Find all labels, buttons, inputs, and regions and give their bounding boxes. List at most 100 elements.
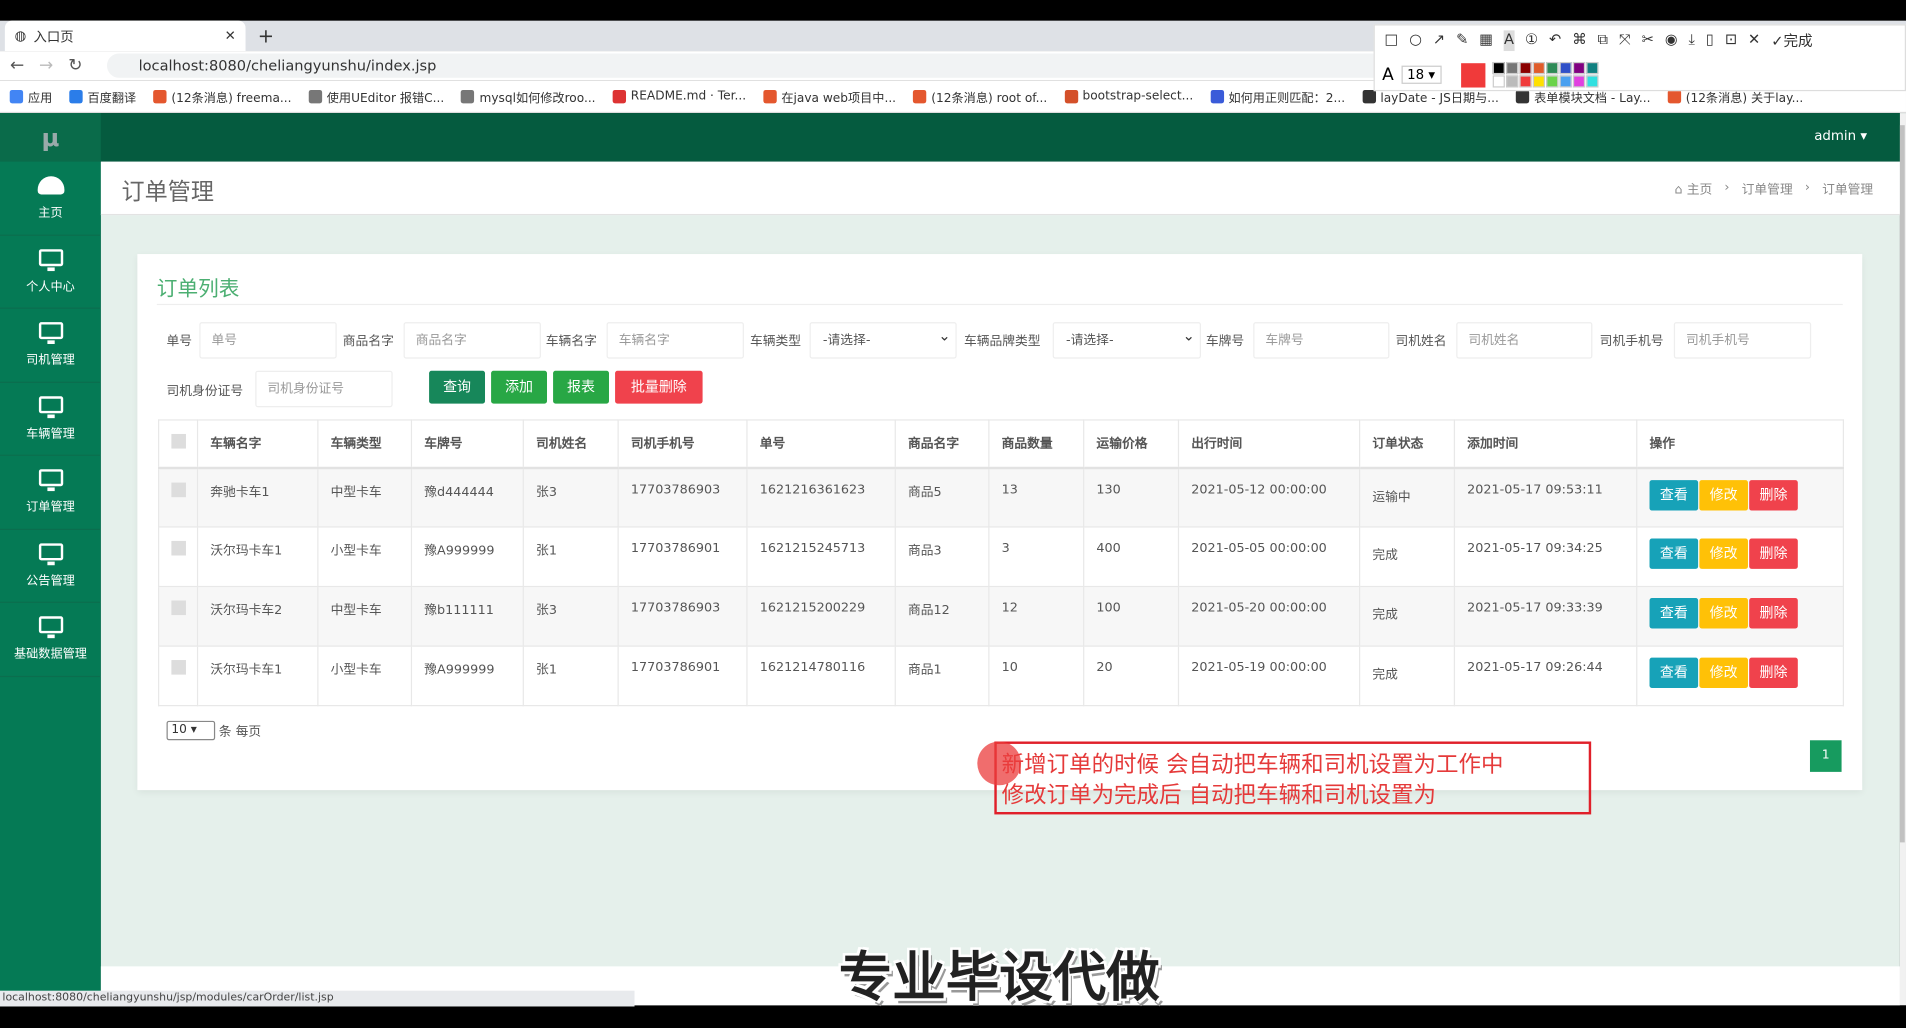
bookmark-item[interactable]: 使用UEditor 报错C... <box>308 87 444 105</box>
edit-button[interactable]: 修改 <box>1699 479 1748 510</box>
color-swatch[interactable] <box>1492 61 1505 75</box>
scroll-capture-icon[interactable]: ⤧ <box>1619 30 1631 51</box>
plate-input[interactable]: 车牌号 <box>1253 322 1390 359</box>
record-icon[interactable]: ◉ <box>1665 30 1678 51</box>
page-size-select[interactable]: 10 ▾ <box>166 720 216 741</box>
driver-id-input[interactable]: 司机身份证号 <box>255 370 393 408</box>
edit-button[interactable]: 修改 <box>1699 657 1748 689</box>
order-no-input[interactable]: 单号 <box>199 322 337 359</box>
view-button[interactable]: 查看 <box>1649 657 1699 689</box>
bookmark-item[interactable]: 如何用正则匹配：2... <box>1210 87 1345 105</box>
forward-icon[interactable]: → <box>34 56 58 75</box>
view-button[interactable]: 查看 <box>1649 479 1699 510</box>
done-button[interactable]: ✓完成 <box>1771 30 1812 51</box>
search-button[interactable]: 查询 <box>429 370 486 404</box>
color-swatch[interactable] <box>1559 75 1572 88</box>
cancel-icon[interactable]: ✕ <box>1748 30 1760 51</box>
row-checkbox[interactable] <box>171 660 186 675</box>
back-icon[interactable]: ← <box>5 56 29 75</box>
text-tool-icon[interactable]: A <box>1504 30 1514 52</box>
undo-icon[interactable]: ↶ <box>1549 30 1561 51</box>
font-size-select[interactable]: 18 ▾ <box>1401 65 1442 84</box>
sidebar-item[interactable]: 基础数据管理 <box>0 603 101 677</box>
color-swatch[interactable] <box>1545 61 1558 75</box>
bookmark-item[interactable]: bootstrap-select... <box>1064 89 1193 103</box>
arrow-tool-icon[interactable]: ↗ <box>1433 30 1445 51</box>
goods-name-input[interactable]: 商品名字 <box>403 322 541 359</box>
color-swatch[interactable] <box>1585 61 1598 75</box>
color-swatch[interactable] <box>1532 75 1545 88</box>
sidebar-item[interactable]: 主页 <box>0 162 101 236</box>
reload-icon[interactable]: ↻ <box>63 56 87 75</box>
new-tab-button[interactable]: + <box>258 21 274 51</box>
view-button[interactable]: 查看 <box>1649 538 1699 569</box>
bookmark-item[interactable]: 应用 <box>9 87 52 105</box>
row-checkbox[interactable] <box>171 481 186 497</box>
car-name-input[interactable]: 车辆名字 <box>606 322 744 359</box>
color-swatch[interactable] <box>1505 61 1518 75</box>
bookmark-item[interactable]: README.md · Ter... <box>612 89 746 103</box>
car-brand-select[interactable]: -请选择- <box>1052 318 1201 359</box>
bookmark-item[interactable]: 百度翻译 <box>69 87 136 105</box>
color-swatch[interactable] <box>1518 61 1532 75</box>
order-list-card: 订单列表 单号 单号 商品名字 商品名字 车辆名字 车辆名字 车辆类型 -请选择… <box>137 254 1863 791</box>
color-swatch[interactable] <box>1572 61 1585 75</box>
car-type-select[interactable]: -请选择- <box>809 318 957 359</box>
download-icon[interactable]: ⤓ <box>1689 30 1695 51</box>
ellipse-tool-icon[interactable]: ○ <box>1409 30 1422 51</box>
breadcrumb-item[interactable]: 订单管理 <box>1742 180 1793 198</box>
bookmark-item[interactable]: (12条消息) root of... <box>913 87 1047 105</box>
table-row: 沃尔玛卡车2 中型卡车 豫b111111 张3 17703786903 162121520… <box>158 585 1845 647</box>
bookmark-item[interactable]: mysql如何修改roo... <box>461 87 596 105</box>
number-tool-icon[interactable]: ① <box>1525 30 1538 51</box>
sidebar-item[interactable]: 公告管理 <box>0 529 101 603</box>
edit-button[interactable]: 修改 <box>1699 598 1748 629</box>
color-swatch[interactable] <box>1505 75 1518 88</box>
color-swatch[interactable] <box>1492 75 1505 88</box>
bookmark-favicon-icon <box>308 89 322 103</box>
add-button[interactable]: 添加 <box>491 370 548 404</box>
scrollbar-thumb[interactable] <box>1899 125 1905 843</box>
close-tab-icon[interactable]: ✕ <box>225 28 236 44</box>
active-color-swatch[interactable] <box>1460 62 1485 87</box>
bookmark-item[interactable]: 在java web项目中... <box>763 87 896 105</box>
batch-delete-button[interactable]: 批量删除 <box>615 370 703 404</box>
delete-button[interactable]: 删除 <box>1749 657 1798 689</box>
bookmark-item[interactable]: (12条消息) freema... <box>153 87 292 105</box>
delete-button[interactable]: 删除 <box>1749 479 1798 510</box>
sidebar-item[interactable]: 订单管理 <box>0 456 101 530</box>
select-all-checkbox[interactable] <box>171 434 186 449</box>
delete-button[interactable]: 删除 <box>1749 598 1798 629</box>
row-checkbox[interactable] <box>171 600 186 616</box>
breadcrumb-home[interactable]: ⌂ 主页 <box>1675 180 1713 198</box>
sidebar-item[interactable]: 司机管理 <box>0 309 101 383</box>
translate-icon[interactable]: ⧉ <box>1598 30 1608 51</box>
bookmark-icon[interactable]: ⊡ <box>1725 30 1737 51</box>
color-swatch[interactable] <box>1559 61 1572 75</box>
rectangle-tool-icon[interactable]: □ <box>1385 30 1399 51</box>
browser-tab[interactable]: ◍ 入口页 ✕ <box>4 20 246 52</box>
sidebar-item[interactable]: 车辆管理 <box>0 382 101 456</box>
driver-phone-input[interactable]: 司机手机号 <box>1673 322 1812 359</box>
report-button[interactable]: 报表 <box>553 370 609 404</box>
color-swatch[interactable] <box>1545 75 1558 88</box>
row-checkbox[interactable] <box>171 540 186 556</box>
view-button[interactable]: 查看 <box>1649 598 1699 629</box>
sidebar-item[interactable]: 个人中心 <box>0 235 101 309</box>
color-palette[interactable] <box>1492 61 1598 88</box>
edit-button[interactable]: 修改 <box>1699 538 1748 569</box>
mosaic-tool-icon[interactable]: ▦ <box>1479 30 1493 51</box>
color-swatch[interactable] <box>1532 61 1545 75</box>
delete-button[interactable]: 删除 <box>1749 538 1798 569</box>
color-swatch[interactable] <box>1585 75 1598 88</box>
pen-tool-icon[interactable]: ✎ <box>1456 30 1468 51</box>
color-swatch[interactable] <box>1572 75 1585 88</box>
user-menu[interactable]: admin ▾ <box>1814 128 1867 144</box>
ocr-icon[interactable]: ✂ <box>1642 30 1654 51</box>
pin-icon[interactable]: ⌘ <box>1572 30 1587 51</box>
page-1-button[interactable]: 1 <box>1809 740 1842 772</box>
copy-icon[interactable]: ▯ <box>1706 30 1714 51</box>
color-swatch[interactable] <box>1518 75 1532 88</box>
driver-name-input[interactable]: 司机姓名 <box>1456 322 1593 359</box>
page-scrollbar[interactable] <box>1899 113 1906 1006</box>
